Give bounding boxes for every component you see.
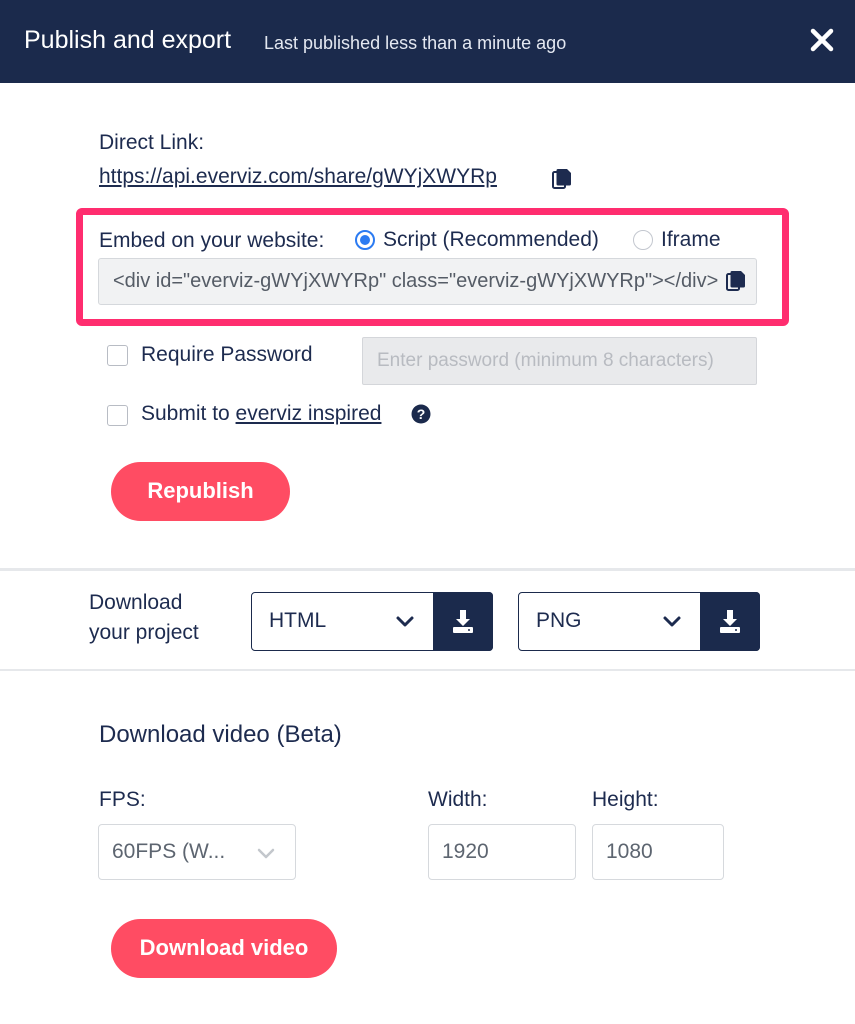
submit-inspired-label: Submit to everviz inspired — [141, 402, 381, 426]
submit-inspired-prefix: Submit to — [141, 402, 236, 425]
chevron-down-icon — [662, 615, 682, 634]
require-password-checkbox[interactable] — [107, 345, 128, 366]
download-video-title: Download video (Beta) — [99, 721, 342, 748]
submit-inspired-checkbox[interactable] — [107, 405, 128, 426]
width-label: Width: — [428, 788, 488, 811]
format-select-value: PNG — [536, 609, 582, 632]
chevron-down-icon — [257, 847, 275, 865]
download-video-button[interactable]: Download video — [111, 919, 337, 978]
everviz-inspired-link[interactable]: everviz inspired — [236, 402, 382, 425]
width-input[interactable]: 1920 — [428, 824, 576, 880]
copy-icon[interactable] — [726, 270, 746, 297]
embed-code-field[interactable]: <div id="everviz-gWYjXWYRp" class="everv… — [98, 258, 757, 305]
embed-label: Embed on your website: — [99, 229, 325, 252]
direct-link-url[interactable]: https://api.everviz.com/share/gWYjXWYRp — [99, 165, 497, 189]
fps-label: FPS: — [99, 788, 146, 811]
fps-select[interactable]: 60FPS (W... — [98, 824, 296, 880]
fps-select-value: 60FPS (W... — [112, 840, 226, 863]
download-project-label-line2: your project — [89, 621, 199, 644]
height-input[interactable]: 1080 — [592, 824, 724, 880]
radio-iframe[interactable] — [633, 230, 653, 250]
last-published-status: Last published less than a minute ago — [264, 33, 567, 53]
password-input[interactable] — [362, 337, 757, 385]
copy-icon[interactable] — [552, 168, 572, 195]
download-html-button[interactable] — [433, 591, 493, 651]
download-png-button[interactable] — [700, 591, 760, 651]
modal-header: Publish and export Last published less t… — [0, 0, 855, 83]
question-circle-icon[interactable]: ? — [411, 404, 431, 429]
close-icon[interactable] — [806, 24, 838, 56]
svg-text:?: ? — [417, 406, 426, 422]
format-select-value: HTML — [269, 609, 327, 632]
format-select-html[interactable]: HTML — [251, 591, 493, 651]
radio-script[interactable] — [355, 230, 375, 250]
height-input-value: 1080 — [606, 840, 653, 863]
require-password-label: Require Password — [141, 343, 313, 366]
download-project-label-line1: Download — [89, 591, 183, 614]
download-project-section: Download your project HTML PNG — [0, 571, 855, 671]
radio-iframe-label[interactable]: Iframe — [661, 228, 721, 252]
modal-title: Publish and export — [24, 26, 232, 54]
embed-code-text: <div id="everviz-gWYjXWYRp" class="everv… — [113, 270, 718, 292]
chevron-down-icon — [395, 615, 415, 634]
format-select-png[interactable]: PNG — [518, 591, 760, 651]
radio-script-label[interactable]: Script (Recommended) — [383, 228, 599, 252]
direct-link-label: Direct Link: — [99, 131, 205, 154]
width-input-value: 1920 — [442, 840, 489, 863]
republish-button[interactable]: Republish — [111, 462, 290, 521]
height-label: Height: — [592, 788, 659, 811]
